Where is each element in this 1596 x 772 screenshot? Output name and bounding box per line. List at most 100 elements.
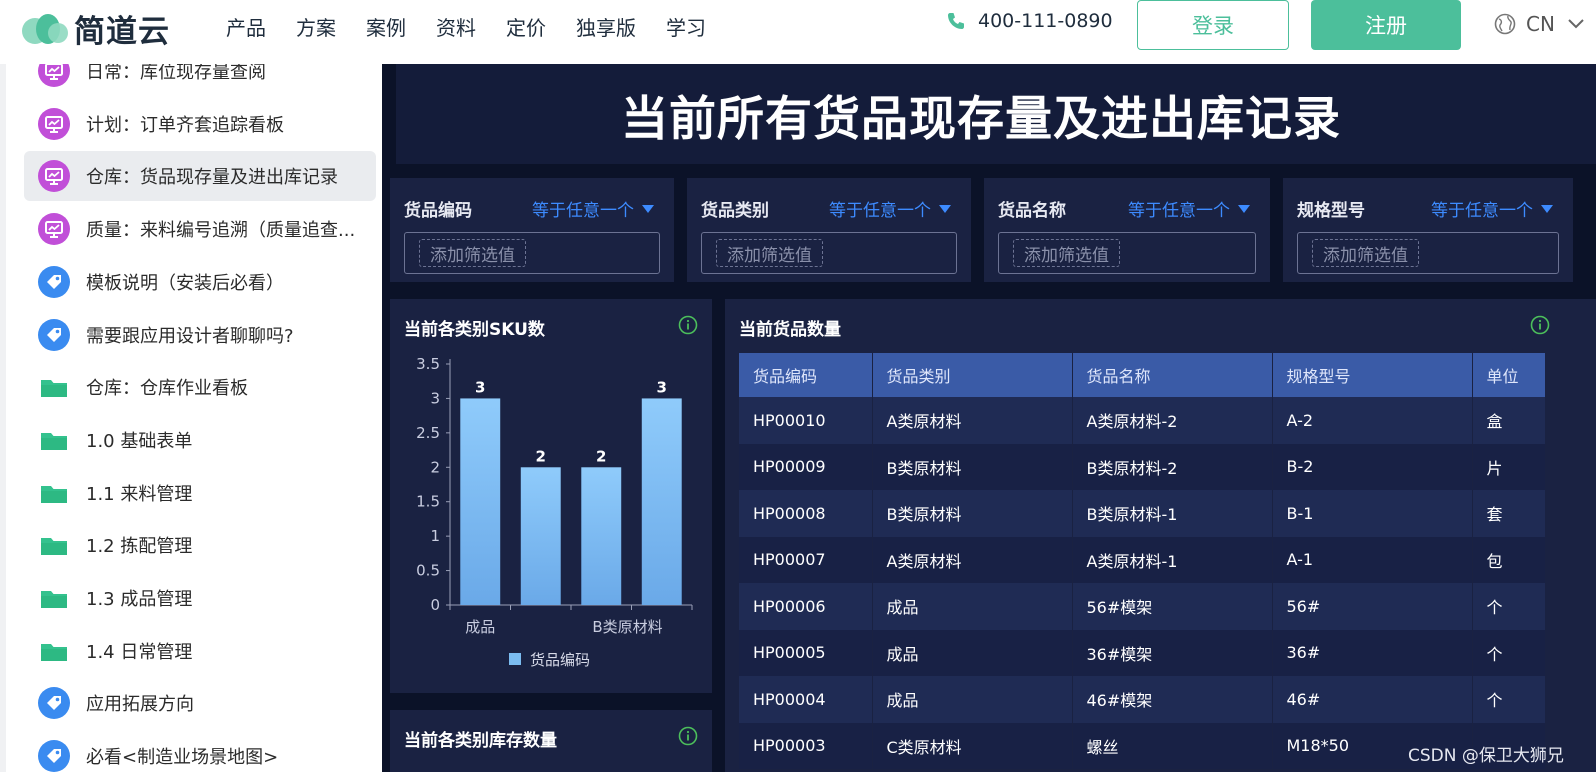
nav-item-resources[interactable]: 资料 [436,12,476,41]
language-label: CN [1526,12,1555,36]
nav-item-dedicated[interactable]: 独享版 [576,12,636,41]
table-header-row: 货品编码 货品类别 货品名称 规格型号 单位 [739,353,1546,397]
sidebar-item-label: 1.4 日常管理 [86,641,193,663]
cell-code: HP00006 [739,583,873,630]
nav-item-cases[interactable]: 案例 [366,12,406,41]
caret-down-icon [1238,204,1250,213]
cell-name: 46#模架 [1072,676,1273,723]
filter-label: 规格型号 [1297,201,1365,221]
nav-item-product[interactable]: 产品 [226,12,266,41]
cell-name: A类原材料-2 [1072,397,1273,444]
sidebar-item[interactable]: 质量：来料编号追溯（质量追查... [24,204,376,254]
cell-name: 36#模架 [1072,629,1273,676]
filter-operator-dropdown[interactable]: 等于任意一个 [532,196,654,221]
col-header-spec[interactable]: 规格型号 [1272,353,1473,397]
cell-unit: 套 [1472,490,1546,537]
cell-spec: B-2 [1272,443,1473,490]
sidebar-item[interactable]: 1.4 日常管理 [24,626,376,676]
col-header-name[interactable]: 货品名称 [1072,353,1273,397]
cell-code: HP00008 [739,490,873,537]
folder-icon [41,538,67,556]
sidebar-item[interactable]: 仓库：仓库作业看板 [24,362,376,412]
signup-button[interactable]: 注册 [1311,0,1461,50]
login-button[interactable]: 登录 [1137,0,1289,50]
y-tick-label: 1 [430,527,440,545]
add-filter-value-tag[interactable]: 添加筛选值 [716,239,823,267]
sidebar-item[interactable]: 应用拓展方向 [24,678,376,728]
sidebar-item[interactable]: 计划：订单齐套追踪看板 [24,99,376,149]
table-row[interactable]: HP00005 成品 36#模架 36# 个 [739,629,1546,676]
info-icon[interactable] [1530,315,1550,335]
panel-title: 当前各类别库存数量 [404,731,557,751]
filter-label: 货品编码 [404,201,472,221]
legend-swatch [509,653,521,665]
add-filter-value-tag[interactable]: 添加筛选值 [1312,239,1419,267]
filter-value-input[interactable]: 添加筛选值 [998,232,1256,274]
sidebar-item-label: 1.2 拣配管理 [86,536,193,558]
sidebar-item[interactable]: 1.3 成品管理 [24,573,376,623]
cell-code: HP00003 [739,722,873,769]
info-icon[interactable] [678,726,698,746]
folder-icon [41,485,67,503]
filter-item-spec: 规格型号 等于任意一个 添加筛选值 [1283,178,1573,282]
sidebar-item[interactable]: 必看<制造业场景地图> [24,731,376,772]
filter-operator-dropdown[interactable]: 等于任意一个 [1128,196,1250,221]
sidebar-item[interactable]: 1.0 基础表单 [24,415,376,465]
cell-unit: 片 [1472,443,1546,490]
col-header-unit[interactable]: 单位 [1472,353,1546,397]
nav-item-learn[interactable]: 学习 [666,12,706,41]
dashboard: 当前所有货品现存量及进出库记录 货品编码 等于任意一个 添加筛选值 货品类别 等… [382,64,1596,772]
filter-operator-dropdown[interactable]: 等于任意一个 [829,196,951,221]
nav-item-solution[interactable]: 方案 [296,12,336,41]
add-filter-value-tag[interactable]: 添加筛选值 [1013,239,1120,267]
sidebar-item[interactable]: 模板说明（安装后必看） [24,257,376,307]
logo[interactable]: 简道云 [20,6,170,51]
folder-icon [41,380,67,398]
y-tick-label: 1.5 [416,493,440,511]
sidebar-item[interactable]: 日常：库位现存量查阅 [24,64,376,96]
col-header-code[interactable]: 货品编码 [739,353,873,397]
tag-icon [38,740,70,772]
sidebar-item[interactable]: 1.1 来料管理 [24,468,376,518]
folder-icon [41,591,67,608]
filter-operator-dropdown[interactable]: 等于任意一个 [1431,196,1553,221]
table-row[interactable]: HP00007 A类原材料 A类原材料-1 A-1 包 [739,536,1546,583]
cell-name: B类原材料-2 [1072,443,1273,490]
bar-data-label: 2 [536,447,546,465]
y-tick-label: 3 [430,389,440,407]
cell-unit: 包 [1472,536,1546,583]
phone-contact[interactable]: 400-111-0890 [946,10,1113,32]
cell-category: 成品 [872,676,1073,723]
sidebar-item-label: 仓库：货品现存量及进出库记录 [86,167,338,189]
sidebar-item-label: 需要跟应用设计者聊聊吗? [86,325,294,347]
legend-label: 货品编码 [530,651,590,669]
sidebar-item-label: 日常：库位现存量查阅 [86,64,266,83]
cell-category: A类原材料 [872,536,1073,583]
filter-value-input[interactable]: 添加筛选值 [404,232,660,274]
sidebar-item[interactable]: 1.2 拣配管理 [24,520,376,570]
dashboard-icon [38,107,70,140]
add-filter-value-tag[interactable]: 添加筛选值 [419,239,526,267]
sidebar-item[interactable]: 需要跟应用设计者聊聊吗? [24,310,376,360]
filter-value-input[interactable]: 添加筛选值 [701,232,957,274]
bar-data-label: 3 [475,378,485,396]
table-row[interactable]: HP00006 成品 56#模架 56# 个 [739,583,1546,630]
col-header-category[interactable]: 货品类别 [872,353,1073,397]
y-tick-label: 0 [430,596,440,614]
bar-data-label: 2 [596,447,606,465]
x-tick-label: 成品 [465,618,495,636]
table-row[interactable]: HP00004 成品 46#模架 46# 个 [739,676,1546,723]
sidebar-item-label: 质量：来料编号追溯（质量追查... [86,220,356,242]
cell-unit: 个 [1472,583,1546,630]
sidebar-item[interactable]: 仓库：货品现存量及进出库记录 [24,151,376,202]
nav-item-pricing[interactable]: 定价 [506,12,546,41]
table-row[interactable]: HP00010 A类原材料 A类原材料-2 A-2 盒 [739,397,1546,444]
cell-name: 56#模架 [1072,583,1273,630]
language-selector[interactable]: CN [1494,12,1585,36]
bar [581,467,622,605]
table-row[interactable]: HP00009 B类原材料 B类原材料-2 B-2 片 [739,443,1546,490]
cell-code: HP00004 [739,676,873,723]
filter-value-input[interactable]: 添加筛选值 [1297,232,1559,274]
y-tick-label: 2 [430,458,440,476]
table-row[interactable]: HP00008 B类原材料 B类原材料-1 B-1 套 [739,490,1546,537]
